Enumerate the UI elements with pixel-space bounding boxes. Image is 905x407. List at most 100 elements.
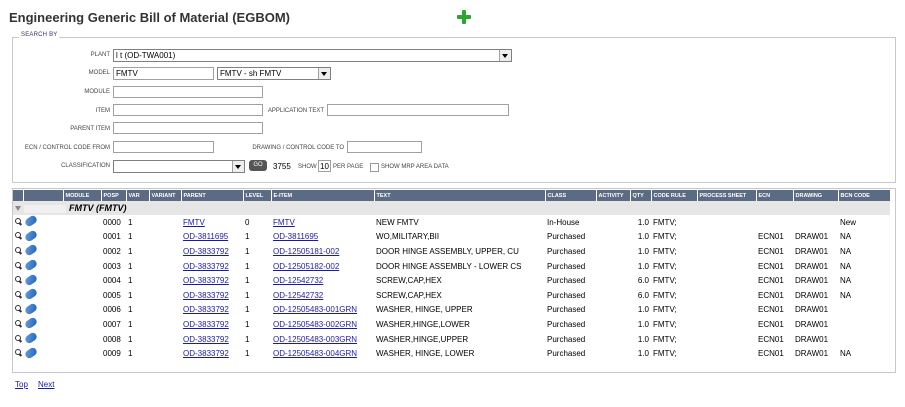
capsule-icon[interactable]: [23, 317, 39, 331]
parent-link[interactable]: OD-3833792: [183, 320, 229, 329]
parent-cell[interactable]: OD-3833792: [181, 273, 243, 288]
eitem-cell[interactable]: OD-3811695: [271, 230, 374, 245]
view-cell[interactable]: [13, 303, 23, 318]
table-row[interactable]: 0009 1 OD-3833792 1 OD-12505483-004GRN WASHER…: [13, 346, 890, 361]
magnifier-icon[interactable]: [15, 217, 22, 225]
eitem-cell[interactable]: OD-12505483-003GRN: [271, 332, 374, 347]
plant-select[interactable]: l t (OD-TWA001): [113, 49, 512, 62]
application-text-input[interactable]: [327, 104, 509, 116]
parent-cell[interactable]: OD-3833792: [181, 244, 243, 259]
eitem-link[interactable]: OD-12505181-002: [273, 247, 339, 256]
chevron-down-icon[interactable]: [499, 50, 511, 61]
capsule-icon[interactable]: [23, 273, 39, 287]
chevron-down-icon[interactable]: [318, 68, 330, 79]
parent-link[interactable]: OD-3833792: [183, 247, 229, 256]
capsule-icon[interactable]: [23, 331, 39, 345]
magnifier-icon[interactable]: [15, 305, 22, 312]
view-cell[interactable]: [13, 244, 23, 259]
view-cell[interactable]: [13, 215, 23, 230]
go-button[interactable]: GO: [249, 160, 267, 171]
eitem-link[interactable]: OD-3811695: [273, 232, 318, 241]
detail-cell[interactable]: [23, 229, 63, 245]
drawing-to-input[interactable]: [347, 141, 422, 153]
capsule-icon[interactable]: [23, 346, 39, 360]
item-input[interactable]: [113, 104, 263, 116]
table-row[interactable]: 0004 1 OD-3833792 1 OD-12542732 SCREW,CAP,HEX…: [13, 273, 890, 288]
eitem-cell[interactable]: OD-12505182-002: [271, 259, 374, 274]
detail-cell[interactable]: [23, 331, 63, 347]
chevron-down-icon[interactable]: [232, 161, 244, 172]
eitem-link[interactable]: OD-12542732: [273, 291, 323, 300]
table-row[interactable]: 0001 1 OD-3811695 1 OD-3811695 WO,MILITARY,BI…: [13, 229, 890, 245]
magnifier-icon[interactable]: [15, 334, 22, 342]
capsule-icon[interactable]: [23, 302, 39, 316]
capsule-icon[interactable]: [23, 258, 39, 272]
capsule-icon[interactable]: [23, 244, 39, 258]
table-row[interactable]: 0007 1 OD-3833792 1 OD-12505483-002GRN WASHER…: [13, 317, 890, 332]
view-cell[interactable]: [13, 288, 23, 303]
classification-select[interactable]: [113, 160, 245, 173]
view-cell[interactable]: [13, 259, 23, 274]
detail-cell[interactable]: [23, 346, 63, 361]
eitem-link[interactable]: OD-12505483-004GRN: [273, 349, 357, 358]
parent-link[interactable]: OD-3833792: [183, 262, 229, 271]
eitem-link[interactable]: OD-12505483-002GRN: [273, 320, 357, 329]
model-input[interactable]: FMTV: [113, 67, 214, 80]
detail-cell[interactable]: [23, 244, 63, 259]
per-page-input[interactable]: 10: [318, 160, 331, 172]
detail-cell[interactable]: [23, 302, 63, 318]
eitem-link[interactable]: OD-12505182-002: [273, 262, 339, 271]
eitem-cell[interactable]: OD-12505483-004GRN: [271, 346, 374, 361]
table-row[interactable]: 0008 1 OD-3833792 1 OD-12505483-003GRN WASHER…: [13, 331, 890, 347]
eitem-cell[interactable]: OD-12542732: [271, 273, 374, 288]
magnifier-icon[interactable]: [15, 290, 22, 298]
collapse-icon[interactable]: [15, 206, 21, 211]
capsule-icon[interactable]: [23, 229, 39, 243]
magnifier-icon[interactable]: [15, 319, 22, 327]
parent-link[interactable]: OD-3833792: [183, 305, 229, 314]
magnifier-icon[interactable]: [15, 349, 22, 356]
table-row[interactable]: 0003 1 OD-3833792 1 OD-12505182-002 DOOR HING…: [13, 258, 890, 274]
parent-item-input[interactable]: [113, 122, 263, 134]
table-row[interactable]: 0002 1 OD-3833792 1 OD-12505181-002 DOOR HING…: [13, 244, 890, 259]
parent-cell[interactable]: FMTV: [181, 215, 243, 230]
parent-link[interactable]: OD-3833792: [183, 335, 229, 344]
detail-cell[interactable]: [23, 273, 63, 288]
parent-link[interactable]: OD-3833792: [183, 276, 229, 285]
view-cell[interactable]: [13, 273, 23, 288]
table-row[interactable]: 0000 1 FMTV 0 FMTV NEW FMTV In-House 1.0 FMTV; Ne…: [13, 215, 890, 230]
ecn-from-input[interactable]: [113, 141, 214, 153]
detail-cell[interactable]: [23, 317, 63, 332]
view-cell[interactable]: [13, 346, 23, 361]
parent-link[interactable]: OD-3833792: [183, 291, 229, 300]
capsule-icon[interactable]: [23, 287, 39, 301]
eitem-link[interactable]: OD-12542732: [273, 276, 323, 285]
parent-cell[interactable]: OD-3833792: [181, 332, 243, 347]
detail-cell[interactable]: [23, 287, 63, 303]
eitem-link[interactable]: OD-12505483-001GRN: [273, 305, 357, 314]
parent-link[interactable]: OD-3811695: [183, 232, 228, 241]
group-cell[interactable]: FMTV (FMTV): [13, 201, 890, 215]
magnifier-icon[interactable]: [15, 261, 22, 269]
eitem-cell[interactable]: OD-12505483-001GRN: [271, 303, 374, 318]
detail-cell[interactable]: [23, 258, 63, 274]
eitem-cell[interactable]: OD-12505483-002GRN: [271, 317, 374, 332]
eitem-link[interactable]: OD-12505483-003GRN: [273, 335, 357, 344]
parent-cell[interactable]: OD-3833792: [181, 346, 243, 361]
parent-cell[interactable]: OD-3833792: [181, 259, 243, 274]
next-link[interactable]: Next: [38, 380, 54, 389]
parent-cell[interactable]: OD-3833792: [181, 288, 243, 303]
view-cell[interactable]: [13, 332, 23, 347]
table-row[interactable]: 0006 1 OD-3833792 1 OD-12505483-001GRN WASHER…: [13, 302, 890, 318]
detail-cell[interactable]: [23, 215, 63, 230]
eitem-cell[interactable]: OD-12505181-002: [271, 244, 374, 259]
parent-link[interactable]: FMTV: [183, 218, 205, 227]
module-input[interactable]: [113, 86, 263, 98]
mrp-checkbox[interactable]: [370, 163, 379, 172]
eitem-link[interactable]: FMTV: [273, 218, 295, 227]
top-link[interactable]: Top: [15, 380, 28, 389]
eitem-cell[interactable]: FMTV: [271, 215, 374, 230]
eitem-cell[interactable]: OD-12542732: [271, 288, 374, 303]
parent-cell[interactable]: OD-3811695: [181, 230, 243, 245]
model-select[interactable]: FMTV - sh FMTV: [217, 67, 331, 80]
